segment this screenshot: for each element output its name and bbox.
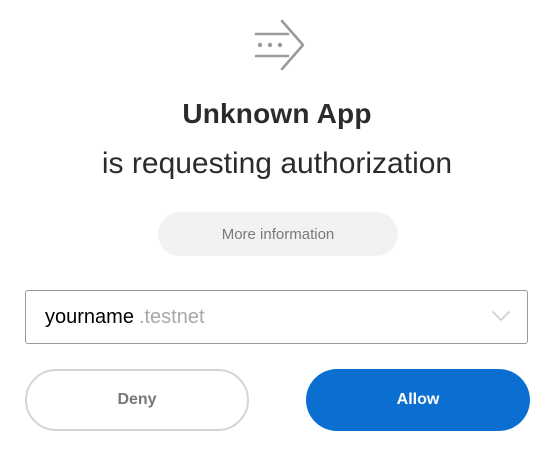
request-subtitle: is requesting authorization (101, 147, 453, 180)
chevron-down-icon (492, 311, 510, 321)
account-selector[interactable]: yourname .testnet (25, 290, 528, 344)
account-suffix: .testnet (138, 305, 205, 328)
deny-button[interactable]: Deny (25, 369, 249, 431)
more-information-button[interactable]: More information (158, 212, 398, 256)
authorization-page: Unknown App is requesting authorization … (0, 0, 554, 452)
account-name: yourname (45, 305, 134, 328)
allow-button[interactable]: Allow (306, 369, 530, 431)
arrow-right-dotted-icon (254, 19, 305, 71)
app-name: Unknown App (182, 98, 372, 129)
